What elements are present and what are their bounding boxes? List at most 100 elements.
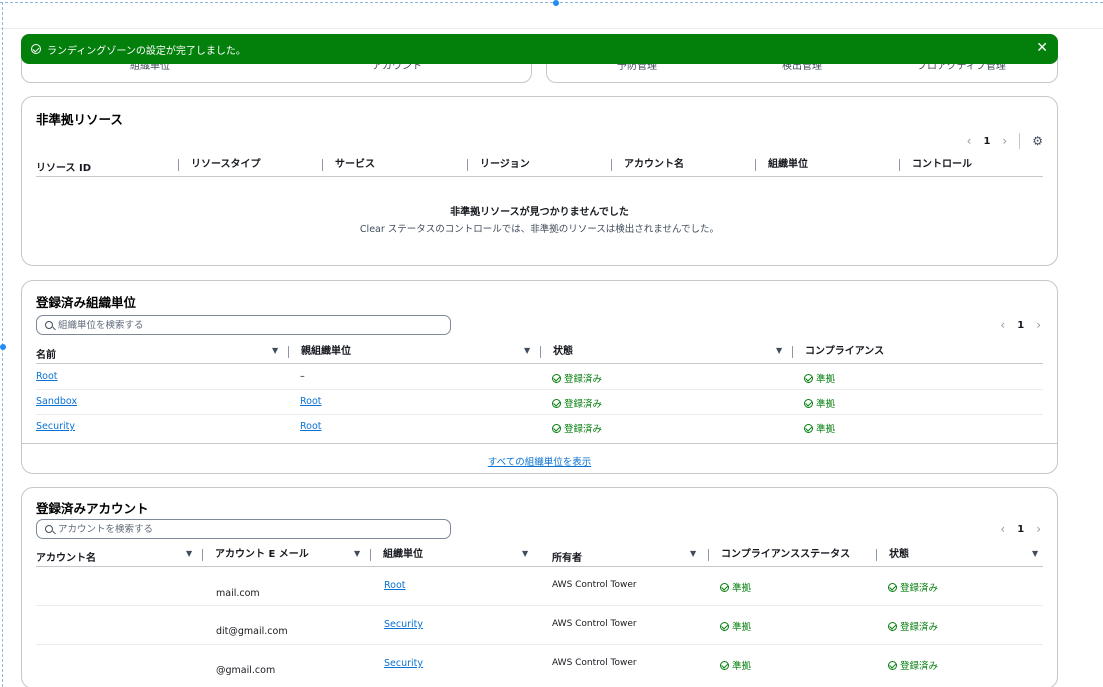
ou-search-field[interactable] xyxy=(36,315,451,335)
success-check-icon xyxy=(804,423,813,433)
column-header[interactable]: 状態 xyxy=(876,549,909,561)
account-search-field[interactable] xyxy=(36,519,451,539)
page-number[interactable]: 1 xyxy=(1017,320,1024,331)
pagination: ‹ 1 › xyxy=(1000,318,1041,332)
success-check-icon xyxy=(888,660,897,670)
table-row: Sandbox Root 登録済み 準拠 xyxy=(36,390,1043,415)
close-icon[interactable]: ✕ xyxy=(1036,40,1048,56)
ou-link[interactable]: Security xyxy=(384,658,423,669)
table-row: dit@gmail.com Security AWS Control Tower… xyxy=(36,606,1043,645)
compliance-status: 準拠 xyxy=(804,421,835,435)
success-check-icon xyxy=(888,582,897,592)
resize-handle[interactable] xyxy=(0,344,6,350)
column-header[interactable]: コントロール xyxy=(899,159,972,171)
compliance-status: 準拠 xyxy=(720,658,751,672)
account-email: @gmail.com xyxy=(216,665,276,676)
resize-handle[interactable] xyxy=(553,0,559,6)
success-check-icon xyxy=(720,582,729,592)
success-check-icon xyxy=(804,373,813,383)
column-header[interactable]: アカウント名 xyxy=(36,549,96,564)
success-check-icon xyxy=(720,660,729,670)
compliance-status: 準拠 xyxy=(804,396,835,410)
column-header[interactable]: リソースタイプ xyxy=(178,159,261,171)
table-row: @gmail.com Security AWS Control Tower 準拠… xyxy=(36,645,1043,683)
sort-caret-icon[interactable]: ▼ xyxy=(522,549,528,558)
page-number[interactable]: 1 xyxy=(983,136,990,147)
registered-accounts-panel: 登録済みアカウント ‹ 1 › アカウント名 ▼ アカウント E メール ▼ 組… xyxy=(21,487,1058,687)
sort-caret-icon[interactable]: ▼ xyxy=(690,549,696,558)
column-header[interactable]: アカウント名 xyxy=(611,159,684,171)
column-header[interactable]: 所有者 xyxy=(552,549,582,564)
ou-link[interactable]: Root xyxy=(384,580,406,591)
pagination: ‹ 1 › ⚙ xyxy=(967,133,1043,149)
account-owner: AWS Control Tower xyxy=(552,658,637,668)
success-check-icon xyxy=(552,373,561,383)
sort-caret-icon[interactable]: ▼ xyxy=(354,549,360,558)
search-icon xyxy=(45,321,53,329)
chevron-left-icon[interactable]: ‹ xyxy=(967,134,972,148)
gear-icon[interactable]: ⚙ xyxy=(1032,134,1043,148)
state-status: 登録済み xyxy=(888,619,938,633)
parent-ou-link[interactable]: Root xyxy=(300,421,322,432)
table-row: mail.com Root AWS Control Tower 準拠 登録済み xyxy=(36,568,1043,606)
ou-search-input[interactable] xyxy=(58,319,428,331)
account-owner: AWS Control Tower xyxy=(552,619,637,629)
column-header[interactable]: 組織単位 xyxy=(755,159,808,171)
account-owner: AWS Control Tower xyxy=(552,580,637,590)
pagination: ‹ 1 › xyxy=(1000,522,1041,536)
success-check-icon xyxy=(804,398,813,408)
success-check-icon xyxy=(720,621,729,631)
registered-ous-panel: 登録済み組織単位 ‹ 1 › 名前 ▼ 親組織単位 ▼ 状態 ▼ コンプライアン… xyxy=(21,280,1058,474)
search-icon xyxy=(45,525,53,533)
chevron-left-icon[interactable]: ‹ xyxy=(1000,522,1005,536)
account-email: mail.com xyxy=(216,588,260,599)
chevron-right-icon[interactable]: › xyxy=(1036,522,1041,536)
column-header[interactable]: 状態 xyxy=(540,346,573,358)
sort-caret-icon[interactable]: ▼ xyxy=(1032,549,1038,558)
empty-state-title: 非準拠リソースが見つかりませんでした xyxy=(450,207,629,218)
column-header[interactable]: コンプライアンス xyxy=(792,346,884,358)
flash-message: ランディングゾーンの設定が完了しました。 xyxy=(47,45,246,57)
column-header[interactable]: アカウント E メール xyxy=(202,549,309,561)
success-check-icon xyxy=(31,44,41,54)
column-header[interactable]: 名前 xyxy=(36,346,56,361)
selection-guide-top xyxy=(0,2,1103,3)
parent-ou: – xyxy=(300,371,305,382)
account-email: dit@gmail.com xyxy=(216,626,288,637)
sort-caret-icon[interactable]: ▼ xyxy=(186,549,192,558)
state-status: 登録済み xyxy=(552,396,602,410)
ou-link[interactable]: Security xyxy=(384,619,423,630)
sort-caret-icon[interactable]: ▼ xyxy=(272,346,278,355)
chevron-right-icon[interactable]: › xyxy=(1002,134,1007,148)
column-header[interactable]: コンプライアンスステータス xyxy=(708,549,850,561)
table-header: リソース ID リソースタイプ サービス リージョン アカウント名 組織単位 コ… xyxy=(36,159,1043,177)
table-header: 名前 ▼ 親組織単位 ▼ 状態 ▼ コンプライアンス xyxy=(36,346,1043,364)
column-header[interactable]: リージョン xyxy=(467,159,530,171)
success-flashbar: ランディングゾーンの設定が完了しました。 ✕ xyxy=(21,34,1058,64)
column-header[interactable]: リソース ID xyxy=(36,159,91,174)
parent-ou-link[interactable]: Root xyxy=(300,396,322,407)
account-search-input[interactable] xyxy=(58,523,428,535)
chevron-left-icon[interactable]: ‹ xyxy=(1000,318,1005,332)
column-header[interactable]: サービス xyxy=(322,159,375,171)
sort-caret-icon[interactable]: ▼ xyxy=(524,346,530,355)
state-status: 登録済み xyxy=(552,371,602,385)
footer-divider xyxy=(22,443,1057,444)
success-check-icon xyxy=(552,398,561,408)
column-header[interactable]: 親組織単位 xyxy=(288,346,351,358)
state-status: 登録済み xyxy=(552,421,602,435)
ou-name-link[interactable]: Root xyxy=(36,371,58,382)
panel-title: 登録済みアカウント xyxy=(36,501,149,516)
table-row: Security Root 登録済み 準拠 xyxy=(36,415,1043,441)
ou-name-link[interactable]: Sandbox xyxy=(36,396,77,407)
sort-caret-icon[interactable]: ▼ xyxy=(776,346,782,355)
page-number[interactable]: 1 xyxy=(1017,524,1024,535)
chevron-right-icon[interactable]: › xyxy=(1036,318,1041,332)
compliance-status: 準拠 xyxy=(720,619,751,633)
ou-name-link[interactable]: Security xyxy=(36,421,75,432)
view-all-ous-link[interactable]: すべての組織単位を表示 xyxy=(22,454,1057,468)
column-header[interactable]: 組織単位 xyxy=(370,549,423,561)
state-status: 登録済み xyxy=(888,580,938,594)
success-check-icon xyxy=(552,423,561,433)
header-divider xyxy=(0,28,1103,29)
